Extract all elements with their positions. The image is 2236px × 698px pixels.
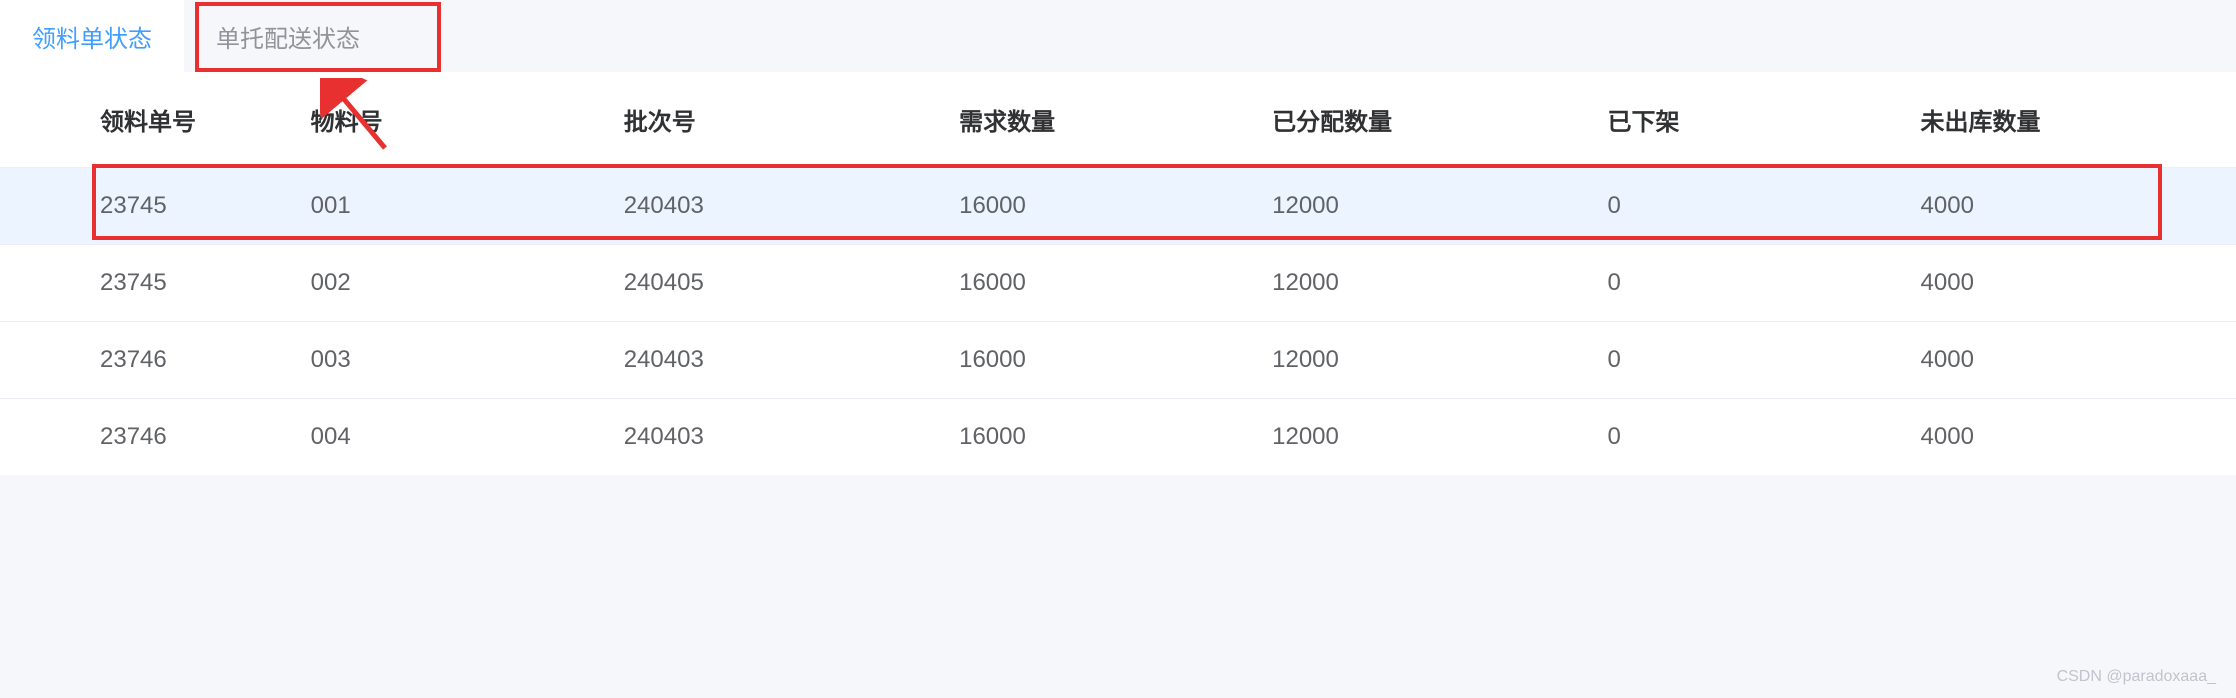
td-removed-qty: 0	[1588, 322, 1901, 399]
tab-pallet-delivery-status[interactable]: 单托配送状态	[184, 0, 392, 72]
th-removed-qty: 已下架	[1588, 72, 1901, 168]
table-row[interactable]: 23745001240403160001200004000	[0, 168, 2236, 245]
td-batch-no: 240403	[604, 399, 939, 476]
td-batch-no: 240403	[604, 168, 939, 245]
td-material-no: 004	[291, 399, 604, 476]
td-material-no: 001	[291, 168, 604, 245]
td-order-no: 23746	[0, 322, 291, 399]
td-order-no: 23745	[0, 245, 291, 322]
table-row[interactable]: 23746004240403160001200004000	[0, 399, 2236, 476]
td-allocated-qty: 12000	[1252, 168, 1587, 245]
td-pending-qty: 4000	[1901, 322, 2236, 399]
table-header-row: 领料单号 物料号 批次号 需求数量 已分配数量 已下架 未出库数量	[0, 72, 2236, 168]
td-pending-qty: 4000	[1901, 245, 2236, 322]
th-material-no: 物料号	[291, 72, 604, 168]
td-removed-qty: 0	[1588, 399, 1901, 476]
td-demand-qty: 16000	[939, 322, 1252, 399]
th-order-no: 领料单号	[0, 72, 291, 168]
td-removed-qty: 0	[1588, 168, 1901, 245]
th-allocated-qty: 已分配数量	[1252, 72, 1587, 168]
order-table: 领料单号 物料号 批次号 需求数量 已分配数量 已下架 未出库数量 237450…	[0, 72, 2236, 475]
td-pending-qty: 4000	[1901, 399, 2236, 476]
th-batch-no: 批次号	[604, 72, 939, 168]
tab-order-status[interactable]: 领料单状态	[0, 0, 184, 72]
td-allocated-qty: 12000	[1252, 399, 1587, 476]
td-batch-no: 240405	[604, 245, 939, 322]
td-demand-qty: 16000	[939, 245, 1252, 322]
tabs-bar: 领料单状态 单托配送状态	[0, 0, 2236, 72]
td-allocated-qty: 12000	[1252, 245, 1587, 322]
tab-label: 单托配送状态	[216, 19, 360, 54]
tab-label: 领料单状态	[32, 19, 152, 54]
td-demand-qty: 16000	[939, 399, 1252, 476]
td-order-no: 23746	[0, 399, 291, 476]
table-row[interactable]: 23745002240405160001200004000	[0, 245, 2236, 322]
table-container: 领料单号 物料号 批次号 需求数量 已分配数量 已下架 未出库数量 237450…	[0, 72, 2236, 475]
td-removed-qty: 0	[1588, 245, 1901, 322]
td-pending-qty: 4000	[1901, 168, 2236, 245]
watermark-text: CSDN @paradoxaaa_	[2057, 668, 2216, 686]
td-batch-no: 240403	[604, 322, 939, 399]
th-demand-qty: 需求数量	[939, 72, 1252, 168]
td-order-no: 23745	[0, 168, 291, 245]
td-demand-qty: 16000	[939, 168, 1252, 245]
th-pending-qty: 未出库数量	[1901, 72, 2236, 168]
td-material-no: 002	[291, 245, 604, 322]
table-row[interactable]: 23746003240403160001200004000	[0, 322, 2236, 399]
td-material-no: 003	[291, 322, 604, 399]
td-allocated-qty: 12000	[1252, 322, 1587, 399]
